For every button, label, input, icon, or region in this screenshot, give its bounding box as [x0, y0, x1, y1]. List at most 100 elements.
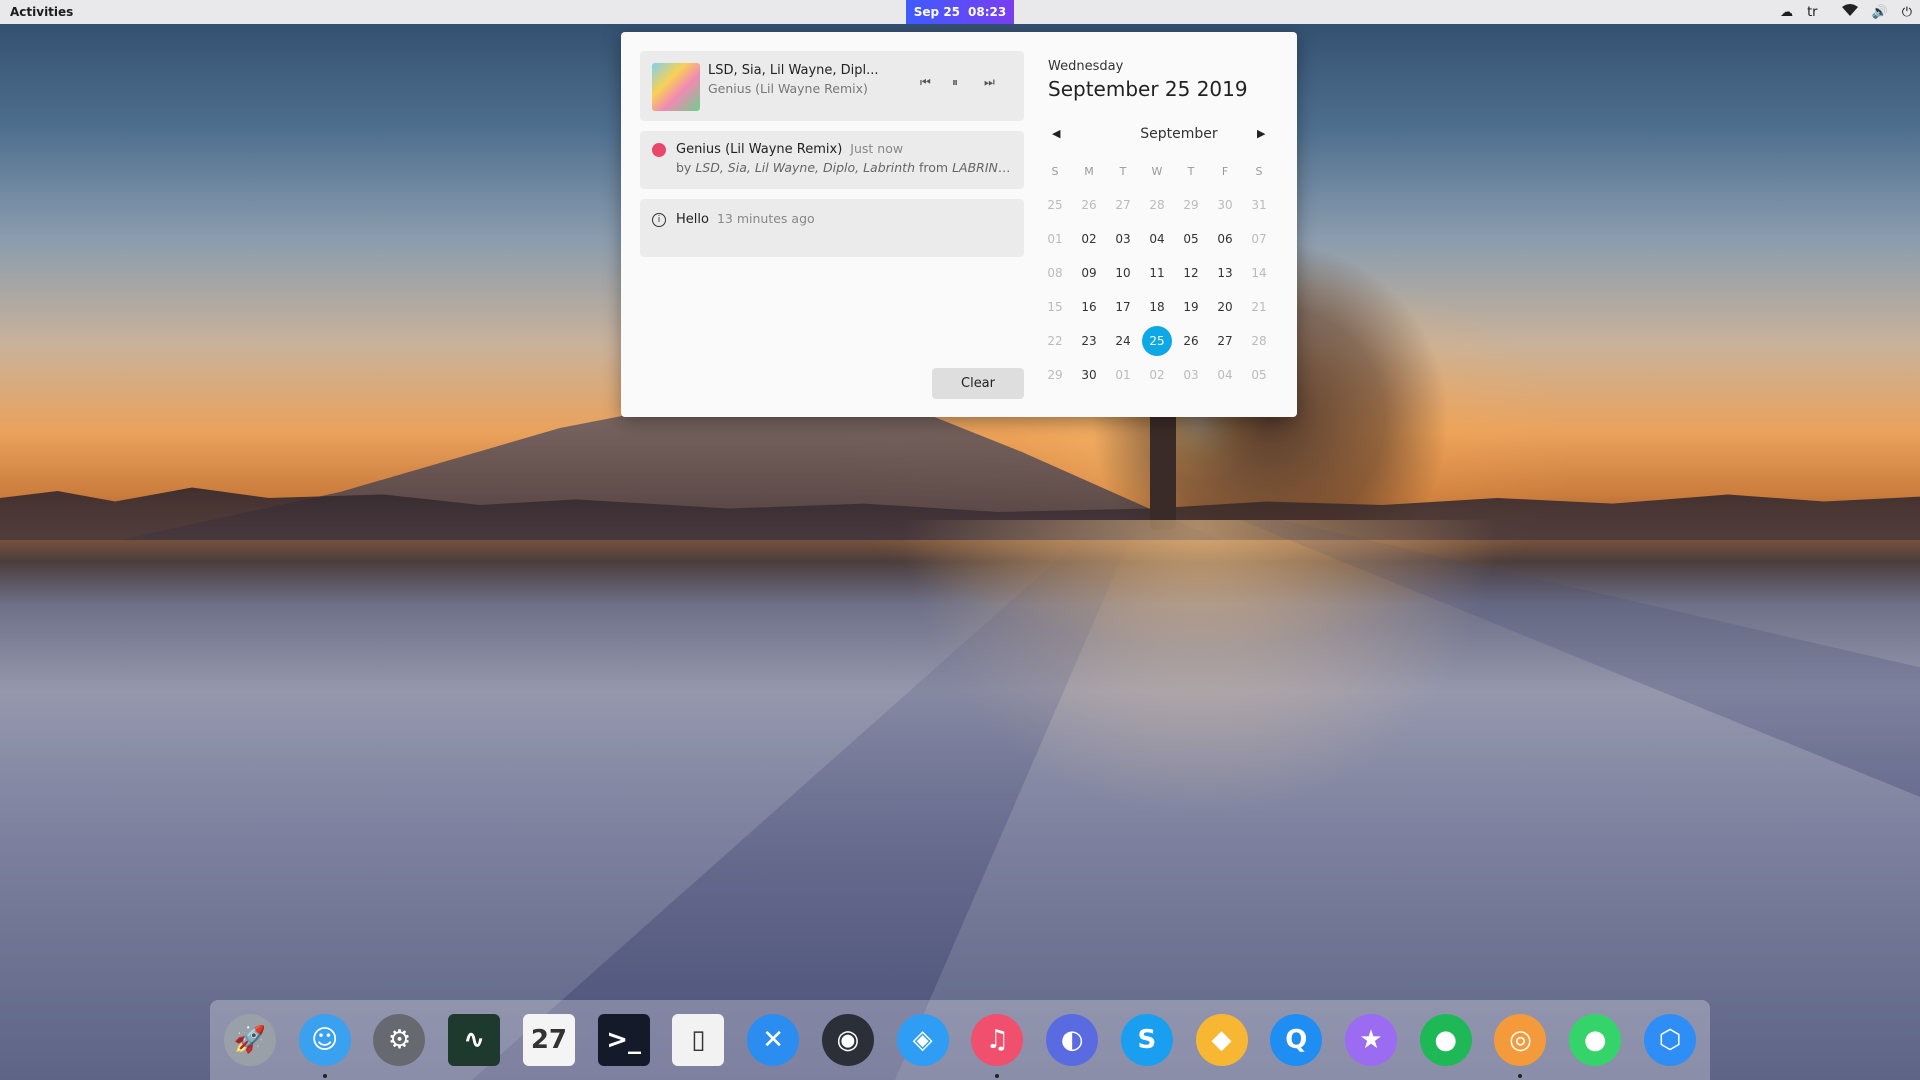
dock-item[interactable]: ◆ [1194, 1012, 1250, 1068]
calendar-day[interactable]: 18 [1140, 290, 1174, 324]
calendar-day[interactable]: 07 [1242, 222, 1276, 256]
clear-button[interactable]: Clear [932, 368, 1024, 399]
calendar-day[interactable]: 04 [1208, 358, 1242, 392]
pause-icon[interactable]: ⏸ [952, 75, 958, 90]
hexagon-app-icon[interactable]: ⬡ [1643, 1014, 1696, 1066]
dock-item[interactable]: ☺ [297, 1012, 353, 1078]
text-editor-icon[interactable]: ▯ [672, 1014, 725, 1066]
dock-item[interactable]: 🚀 [222, 1012, 278, 1068]
calendar-day[interactable]: 16 [1072, 290, 1106, 324]
wifi-icon[interactable] [1841, 4, 1858, 20]
calendar-day[interactable]: 19 [1174, 290, 1208, 324]
system-monitor-icon[interactable]: ∿ [448, 1014, 501, 1066]
dock-item[interactable]: ● [1567, 1012, 1623, 1068]
dock-item[interactable]: ✕ [745, 1012, 801, 1068]
calendar-day[interactable]: 03 [1106, 222, 1140, 256]
calendar-day[interactable]: 30 [1208, 188, 1242, 222]
calendar-day[interactable]: 28 [1242, 324, 1276, 358]
calendar-day[interactable]: 04 [1140, 222, 1174, 256]
dock-item[interactable]: ★ [1343, 1012, 1399, 1068]
calendar-day[interactable]: 28 [1140, 188, 1174, 222]
skype-icon[interactable]: S [1120, 1014, 1173, 1066]
dock-item[interactable]: ◎ [1492, 1012, 1548, 1078]
budgie-icon[interactable]: ◎ [1494, 1014, 1547, 1066]
calendar-day[interactable]: 27 [1208, 324, 1242, 358]
dock-item[interactable]: ● [1418, 1012, 1474, 1068]
dock-item[interactable]: 27 [521, 1012, 577, 1068]
calendar-day[interactable]: 27 [1106, 188, 1140, 222]
calendar-day[interactable]: 12 [1174, 256, 1208, 290]
calendar-day[interactable]: 01 [1106, 358, 1140, 392]
calendar-day[interactable]: 23 [1072, 324, 1106, 358]
calendar-day[interactable]: 10 [1106, 256, 1140, 290]
media-player[interactable]: LSD, Sia, Lil Wayne, Dipl... Genius (Lil… [640, 51, 1024, 121]
dock-item[interactable]: S [1119, 1012, 1175, 1068]
sketch-icon[interactable]: ◆ [1195, 1014, 1248, 1066]
calendar-day[interactable]: 25 [1038, 188, 1072, 222]
calendar-day[interactable]: 17 [1106, 290, 1140, 324]
top-bar: Activities Sep 25 08:23 ☁ tr 🔊 ⏻ [0, 0, 1920, 24]
calendar-full-date[interactable]: September 25 2019 [1048, 77, 1248, 101]
calendar-day[interactable]: 14 [1242, 256, 1276, 290]
calendar-day[interactable]: 03 [1174, 358, 1208, 392]
launchpad-icon[interactable]: 🚀 [224, 1014, 276, 1066]
dock-item[interactable]: ⚙ [371, 1012, 427, 1068]
previous-track-icon[interactable]: ⏮ [920, 75, 931, 90]
calendar-day[interactable]: 26 [1174, 324, 1208, 358]
notification-hello[interactable]: i Hello 13 minutes ago [640, 199, 1024, 257]
imovie-icon[interactable]: ★ [1345, 1014, 1398, 1066]
calendar-day[interactable]: 11 [1140, 256, 1174, 290]
calendar-day[interactable]: 22 [1038, 324, 1072, 358]
calendar-day[interactable]: 06 [1208, 222, 1242, 256]
power-icon[interactable]: ⏻ [1902, 5, 1912, 20]
dock-item[interactable]: ◉ [820, 1012, 876, 1068]
calendar-day[interactable]: 08 [1038, 256, 1072, 290]
calendar-day[interactable]: 02 [1072, 222, 1106, 256]
next-month-icon[interactable]: ▶ [1257, 127, 1265, 140]
calendar-day[interactable]: 31 [1242, 188, 1276, 222]
calendar-day[interactable]: 24 [1106, 324, 1140, 358]
calendar-day[interactable]: 15 [1038, 290, 1072, 324]
calendar-day[interactable]: 05 [1174, 222, 1208, 256]
calendar-day[interactable]: 01 [1038, 222, 1072, 256]
dock-item[interactable]: ◈ [895, 1012, 951, 1068]
calendar-day[interactable]: 29 [1174, 188, 1208, 222]
dock-item[interactable]: Q [1268, 1012, 1324, 1068]
calendar-day[interactable]: 21 [1242, 290, 1276, 324]
music-icon[interactable]: ♫ [971, 1014, 1024, 1066]
dock-item[interactable]: ♫ [969, 1012, 1025, 1078]
calendar-day-today[interactable]: 25 [1140, 324, 1174, 358]
terminal-icon[interactable]: >_ [597, 1014, 650, 1066]
steam-icon[interactable]: ◉ [821, 1014, 874, 1066]
whatsapp-icon[interactable]: ● [1419, 1014, 1472, 1066]
calendar-day[interactable]: 30 [1072, 358, 1106, 392]
calendar-day[interactable]: 09 [1072, 256, 1106, 290]
calendar-day[interactable]: 29 [1038, 358, 1072, 392]
calendar-day[interactable]: 26 [1072, 188, 1106, 222]
calendar-day[interactable]: 13 [1208, 256, 1242, 290]
notification-music[interactable]: Genius (Lil Wayne Remix) Just now by LSD,… [640, 131, 1024, 189]
quicktime-icon[interactable]: Q [1270, 1014, 1323, 1066]
dock-item[interactable]: ◐ [1044, 1012, 1100, 1068]
calendar-day[interactable]: 02 [1140, 358, 1174, 392]
dock-item[interactable]: ⬡ [1642, 1012, 1698, 1068]
previous-month-icon[interactable]: ◀ [1052, 127, 1060, 140]
calendar-day[interactable]: 20 [1208, 290, 1242, 324]
cloud-icon[interactable]: ☁ [1780, 5, 1793, 20]
activities-button[interactable]: Activities [0, 5, 73, 19]
dock-item[interactable]: ▯ [670, 1012, 726, 1068]
xcode-icon[interactable]: ✕ [747, 1014, 800, 1066]
next-track-icon[interactable]: ⏭ [984, 75, 995, 90]
clock-button[interactable]: Sep 25 08:23 [906, 0, 1014, 24]
green-app-icon[interactable]: ● [1569, 1014, 1622, 1066]
settings-icon[interactable]: ⚙ [373, 1014, 426, 1066]
safari-icon[interactable]: ◈ [896, 1014, 949, 1066]
dock-item[interactable]: ∿ [446, 1012, 502, 1068]
calendar-icon[interactable]: 27 [522, 1014, 575, 1066]
discord-icon[interactable]: ◐ [1046, 1014, 1099, 1066]
finder-icon[interactable]: ☺ [298, 1014, 351, 1066]
dock-item[interactable]: >_ [596, 1012, 652, 1068]
volume-icon[interactable]: 🔊 [1872, 5, 1888, 20]
calendar-day[interactable]: 05 [1242, 358, 1276, 392]
keyboard-layout-indicator[interactable]: tr [1807, 5, 1817, 20]
